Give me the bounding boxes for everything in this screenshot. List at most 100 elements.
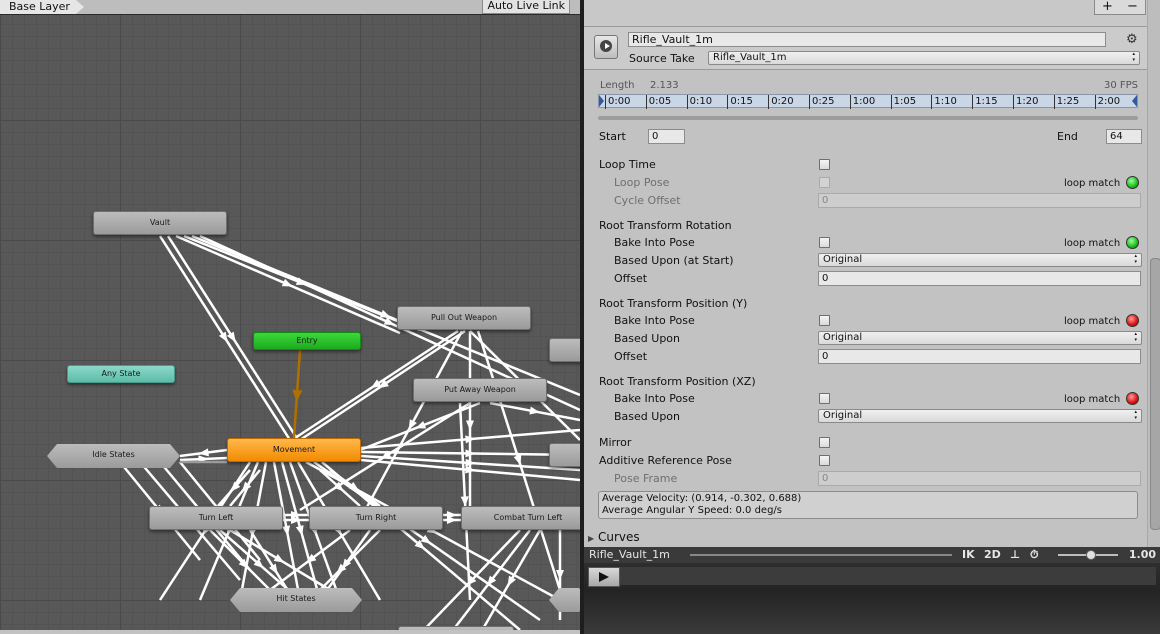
average-velocity-text: Average Velocity: (0.914, -0.302, 0.688) <box>602 493 802 504</box>
state-movement[interactable]: Movement <box>227 438 361 462</box>
add-clip-button[interactable]: + <box>1102 0 1113 14</box>
loop-pose-label: Loop Pose <box>614 176 670 189</box>
preview-speed-value: 1.00 <box>1128 548 1156 561</box>
state-put-away-weapon[interactable]: Put Away Weapon <box>413 378 547 402</box>
position-xz-based-upon-label: Based Upon <box>614 410 680 423</box>
position-y-loop-match-label: loop match <box>1064 316 1121 327</box>
position-y-bake-checkbox[interactable] <box>819 315 830 326</box>
timeline-tick-label: 2:00 <box>1094 95 1120 109</box>
timeline-scrubber[interactable] <box>598 116 1138 120</box>
clip-list-buttons: + − <box>1094 0 1146 15</box>
end-field[interactable]: 64 <box>1106 129 1142 144</box>
cycle-offset-field: 0 <box>818 193 1141 208</box>
preview-title: Rifle_Vault_1m <box>589 548 670 561</box>
root-position-xz-label: Root Transform Position (XZ) <box>599 375 756 388</box>
position-y-offset-label: Offset <box>614 350 648 363</box>
position-y-based-upon-dropdown[interactable]: Original <box>818 331 1142 345</box>
loop-match-label: loop match <box>1064 178 1121 189</box>
clip-header: Rifle_Vault_1m ⚙ Source Take Rifle_Vault… <box>584 27 1148 70</box>
gear-icon[interactable]: ⚙ <box>1126 32 1138 47</box>
transition-arrow-icon <box>447 516 457 524</box>
transition-arrow-icon <box>466 420 474 431</box>
rotation-bake-checkbox[interactable] <box>819 237 830 248</box>
loop-time-checkbox[interactable] <box>819 159 830 170</box>
average-angular-speed-text: Average Angular Y Speed: 0.0 deg/s <box>602 505 782 516</box>
timeline-tick-label: 0:25 <box>809 95 834 109</box>
cycle-offset-label: Cycle Offset <box>614 194 681 207</box>
remove-clip-button[interactable]: − <box>1127 0 1138 14</box>
inspector-scrollbar[interactable] <box>1147 0 1160 548</box>
loop-match-indicator-icon <box>1126 176 1139 189</box>
speed-icon[interactable]: ⏱ <box>1030 547 1039 563</box>
state-any-state[interactable]: Any State <box>67 365 175 383</box>
pose-frame-field: 0 <box>818 471 1141 486</box>
rotation-offset-field[interactable]: 0 <box>818 271 1141 286</box>
source-take-dropdown[interactable]: Rifle_Vault_1m <box>708 51 1140 65</box>
start-field[interactable]: 0 <box>648 129 685 144</box>
curves-foldout[interactable]: ▶ Curves <box>588 530 640 544</box>
timeline-tick-label: 1:25 <box>1053 95 1079 109</box>
curves-label: Curves <box>597 530 640 544</box>
position-xz-bake-label: Bake Into Pose <box>614 392 695 405</box>
position-xz-loop-match-icon <box>1126 392 1139 405</box>
state-turn-right[interactable]: Turn Right <box>309 506 443 530</box>
loop-pose-checkbox <box>819 177 830 188</box>
preview-timeline[interactable] <box>620 567 1156 585</box>
position-y-offset-field[interactable]: 0 <box>818 349 1141 364</box>
foldout-arrow-icon: ▶ <box>588 534 595 543</box>
state-offscreen-1[interactable] <box>549 338 580 362</box>
timeline-tick-label: 0:05 <box>645 95 671 109</box>
additive-ref-pose-checkbox[interactable] <box>819 455 830 466</box>
timeline-tick-label: 1:05 <box>890 95 916 109</box>
rotation-offset-label: Offset <box>614 272 648 285</box>
root-position-y-label: Root Transform Position (Y) <box>599 297 748 310</box>
preview-speed-slider[interactable] <box>1058 550 1118 560</box>
state-machine-idle-states[interactable]: Idle States <box>47 444 180 468</box>
scrollbar-thumb[interactable] <box>1150 258 1160 530</box>
animator-graph-canvas[interactable]: Vault Entry Any State Pull Out Weapon Pu… <box>0 0 580 634</box>
animation-clip-inspector: + − Rifle_Vault_1m ⚙ Source Take Rifle_V… <box>584 0 1160 634</box>
state-combat-turn-left[interactable]: Combat Turn Left <box>461 506 580 530</box>
clip-name-field[interactable]: Rifle_Vault_1m <box>628 32 1106 47</box>
clip-list-area: + − <box>584 0 1160 27</box>
state-machine-hit-states[interactable]: Hit States <box>230 588 362 612</box>
2d-toggle[interactable]: 2D <box>984 547 1001 563</box>
timeline-tick-label: 1:10 <box>931 95 957 109</box>
clip-info-box: Average Velocity: (0.914, -0.302, 0.688)… <box>598 491 1138 519</box>
position-xz-based-upon-dropdown[interactable]: Original <box>818 409 1142 423</box>
timeline-tick-label: 0:20 <box>768 95 794 109</box>
pivot-icon[interactable]: ⊥ <box>1010 547 1020 563</box>
start-marker[interactable] <box>599 95 604 107</box>
rotation-based-upon-dropdown[interactable]: Original <box>818 253 1142 267</box>
ik-toggle[interactable]: IK <box>962 547 975 563</box>
layer-breadcrumb[interactable]: Base Layer <box>0 0 84 14</box>
rotation-loop-match-icon <box>1126 236 1139 249</box>
mirror-checkbox[interactable] <box>819 437 830 448</box>
animation-clip-icon <box>594 35 618 59</box>
state-turn-left[interactable]: Turn Left <box>149 506 283 530</box>
preview-viewport[interactable] <box>584 563 1160 634</box>
length-value: 2.133 <box>650 80 679 91</box>
loop-time-label: Loop Time <box>599 158 656 171</box>
state-pull-out-weapon[interactable]: Pull Out Weapon <box>397 306 531 330</box>
timeline-ruler[interactable]: 0:00 0:05 0:10 0:15 0:20 0:25 1:00 1:05 1:10 1:15… <box>598 94 1138 109</box>
auto-live-link-button[interactable]: Auto Live Link <box>482 0 570 14</box>
preview-header: Rifle_Vault_1m IK 2D ⊥ ⏱ 1.00 <box>584 547 1160 563</box>
slider-knob[interactable] <box>1086 550 1096 560</box>
position-xz-loop-match-label: loop match <box>1064 394 1121 405</box>
play-icon[interactable] <box>588 567 620 587</box>
state-vault[interactable]: Vault <box>93 211 227 235</box>
source-take-label: Source Take <box>629 52 695 65</box>
transition-arrow-icon <box>281 278 293 287</box>
position-y-loop-match-icon <box>1126 314 1139 327</box>
end-marker[interactable] <box>1132 95 1137 107</box>
end-label: End <box>1057 130 1078 143</box>
timeline-tick-label: 0:10 <box>686 95 712 109</box>
timeline-tick-label: 1:15 <box>972 95 998 109</box>
state-offscreen-2[interactable] <box>549 443 580 467</box>
state-entry[interactable]: Entry <box>253 332 361 350</box>
position-y-based-upon-label: Based Upon <box>614 332 680 345</box>
position-y-bake-label: Bake Into Pose <box>614 314 695 327</box>
position-xz-bake-checkbox[interactable] <box>819 393 830 404</box>
rotation-bake-label: Bake Into Pose <box>614 236 695 249</box>
